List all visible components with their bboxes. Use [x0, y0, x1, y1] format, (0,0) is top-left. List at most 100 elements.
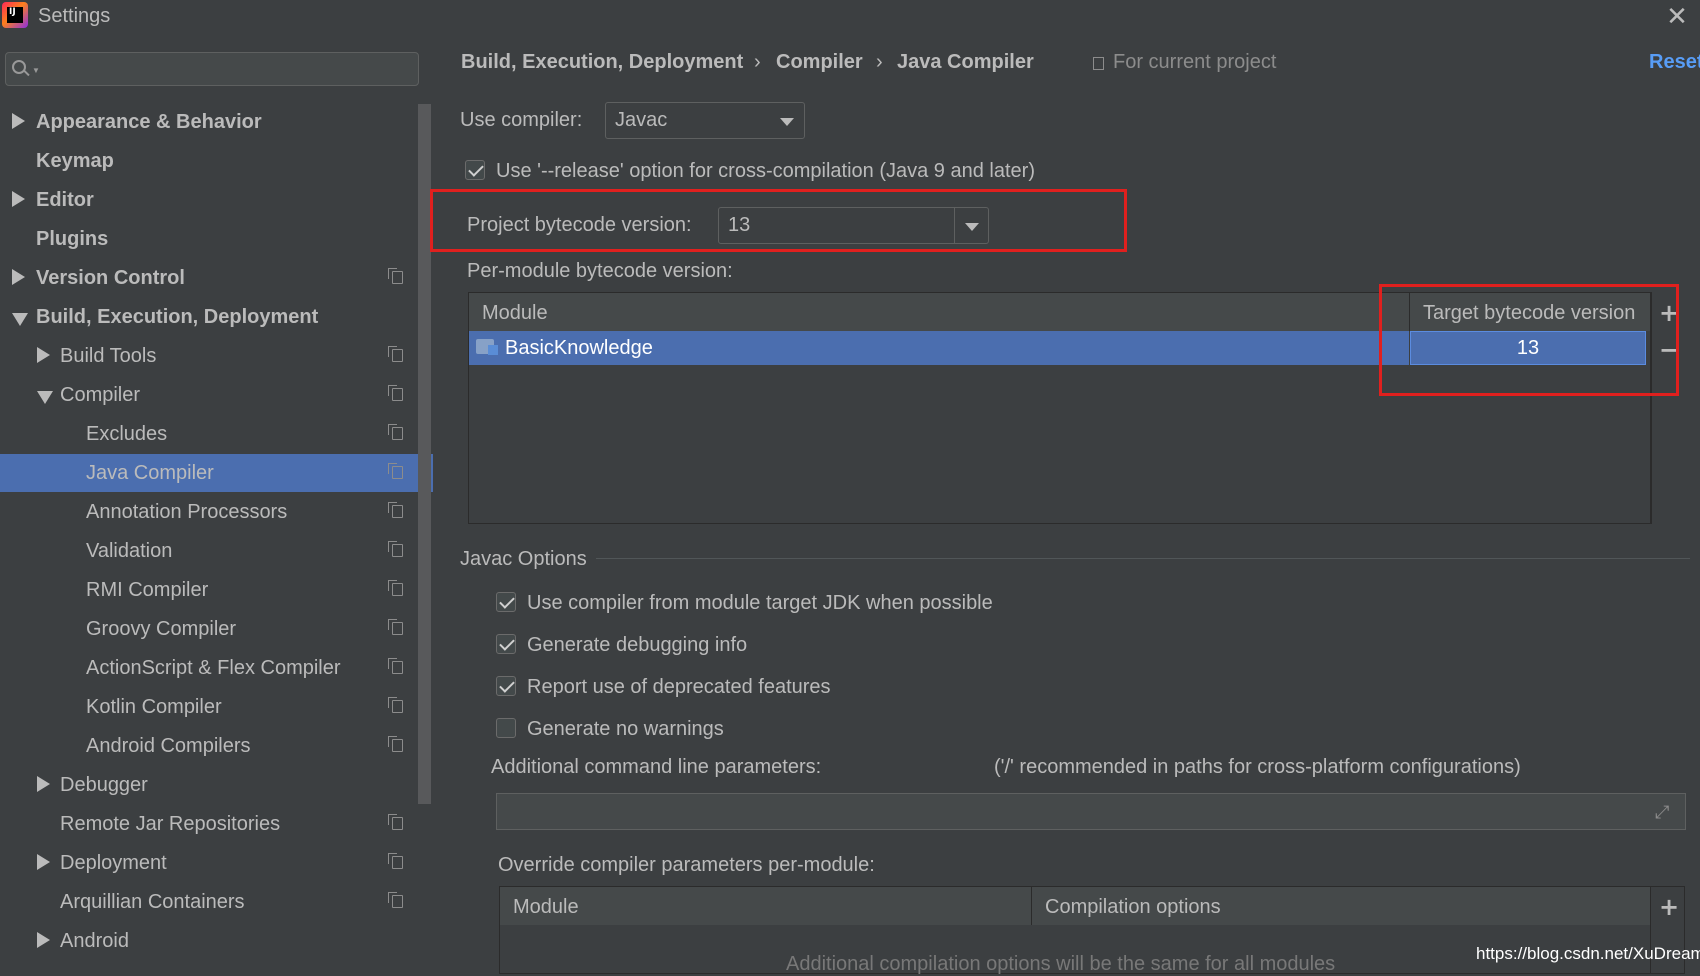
sidebar-item-version-control[interactable]: Version Control: [0, 259, 417, 297]
column-header-module[interactable]: Module: [482, 302, 548, 325]
close-icon[interactable]: ✕: [1662, 2, 1692, 32]
override-column-module[interactable]: Module: [513, 896, 579, 919]
sidebar-item-label: Debugger: [60, 774, 148, 796]
search-input[interactable]: [5, 52, 419, 86]
add-override-icon[interactable]: +: [1659, 893, 1679, 921]
sidebar-item-label: Build, Execution, Deployment: [36, 306, 319, 328]
project-scope-icon: [388, 853, 403, 869]
sidebar-item-android-compilers[interactable]: Android Compilers: [0, 727, 417, 765]
sidebar-item-build-execution-deployment[interactable]: Build, Execution, Deployment: [0, 298, 417, 336]
chevron-right-icon[interactable]: [37, 776, 50, 792]
sidebar-item-plugins[interactable]: Plugins: [0, 220, 417, 258]
project-scope-icon: [388, 892, 403, 908]
sidebar-item-actionscript-flex-compiler[interactable]: ActionScript & Flex Compiler: [0, 649, 417, 687]
option-debug-info-checkbox[interactable]: [496, 634, 516, 654]
sidebar-item-rmi-compiler[interactable]: RMI Compiler: [0, 571, 417, 609]
sidebar-item-appearance-behavior[interactable]: Appearance & Behavior: [0, 103, 417, 141]
sidebar-item-label: Validation: [86, 540, 173, 562]
sidebar-item-label: Build Tools: [60, 345, 157, 367]
module-folder-icon-badge: [488, 345, 498, 355]
sidebar-item-remote-jar-repositories[interactable]: Remote Jar Repositories: [0, 805, 417, 843]
javac-options-title: Javac Options: [460, 548, 587, 570]
project-bytecode-value: 13: [728, 214, 751, 236]
column-divider: [1031, 887, 1032, 925]
project-scope-icon: [388, 541, 403, 557]
sidebar-item-label: ActionScript & Flex Compiler: [86, 657, 341, 679]
sidebar-item-deployment[interactable]: Deployment: [0, 844, 417, 882]
title-bar: [0, 0, 1700, 34]
project-scope-icon: [388, 346, 403, 362]
override-params-label: Override compiler parameters per-module:: [498, 854, 875, 876]
chevron-right-icon[interactable]: [12, 113, 25, 129]
sidebar-item-annotation-processors[interactable]: Annotation Processors: [0, 493, 417, 531]
sidebar-item-label: Annotation Processors: [86, 501, 288, 523]
sidebar-item-editor[interactable]: Editor: [0, 181, 417, 219]
sidebar-item-build-tools[interactable]: Build Tools: [0, 337, 417, 375]
sidebar-item-label: Keymap: [36, 150, 114, 172]
sidebar-item-label: Android Compilers: [86, 735, 251, 757]
sidebar-item-label: Deployment: [60, 852, 167, 874]
sidebar-item-arquillian-containers[interactable]: Arquillian Containers: [0, 883, 417, 921]
chevron-down-icon[interactable]: [12, 313, 28, 326]
project-bytecode-select[interactable]: 13: [718, 207, 989, 244]
sidebar-item-label: Plugins: [36, 228, 109, 250]
project-scope-icon: [388, 658, 403, 674]
app-logo-text: IJ: [7, 7, 23, 23]
project-scope-icon: [388, 385, 403, 401]
option-no-warnings-checkbox[interactable]: [496, 718, 516, 738]
project-scope-icon: [388, 814, 403, 830]
sidebar-item-label: Compiler: [60, 384, 141, 406]
search-options-caret-icon[interactable]: ▼: [32, 66, 40, 75]
project-scope-icon: [388, 697, 403, 713]
release-option-checkbox[interactable]: [465, 160, 485, 180]
project-scope-icon: [1093, 57, 1104, 70]
cmd-params-input[interactable]: [496, 793, 1686, 830]
breadcrumb-item-build[interactable]: Build, Execution, Deployment: [461, 51, 743, 74]
chevron-right-icon[interactable]: [12, 269, 25, 285]
sidebar-item-excludes[interactable]: Excludes: [0, 415, 417, 453]
breadcrumb-separator: ›: [754, 51, 761, 73]
sidebar-item-compiler[interactable]: Compiler: [0, 376, 417, 414]
sidebar-item-label: Appearance & Behavior: [36, 111, 262, 133]
sidebar-item-label: Android: [60, 930, 129, 952]
project-scope-icon: [388, 424, 403, 440]
sidebar-item-keymap[interactable]: Keymap: [0, 142, 417, 180]
option-debug-info-label: Generate debugging info: [527, 634, 748, 656]
sidebar-item-kotlin-compiler[interactable]: Kotlin Compiler: [0, 688, 417, 726]
sidebar-item-label: Remote Jar Repositories: [60, 813, 281, 835]
cmd-params-hint: ('/' recommended in paths for cross-plat…: [994, 756, 1521, 778]
reset-link[interactable]: Reset: [1649, 51, 1700, 74]
sidebar-item-label: Java Compiler: [86, 462, 214, 484]
chevron-right-icon[interactable]: [12, 191, 25, 207]
module-name-cell[interactable]: BasicKnowledge: [505, 337, 653, 360]
sidebar-item-label: Kotlin Compiler: [86, 696, 222, 718]
chevron-right-icon[interactable]: [37, 932, 50, 948]
override-column-options[interactable]: Compilation options: [1045, 896, 1221, 919]
scope-label: For current project: [1113, 51, 1277, 73]
chevron-down-icon[interactable]: [37, 391, 53, 404]
section-divider: [596, 558, 1690, 559]
window-title: Settings: [38, 5, 111, 27]
option-no-warnings-label: Generate no warnings: [527, 718, 724, 740]
compiler-select[interactable]: Javac: [605, 102, 805, 139]
sidebar-item-groovy-compiler[interactable]: Groovy Compiler: [0, 610, 417, 648]
expand-icon[interactable]: ⤢: [1655, 802, 1675, 823]
compiler-select-value: Javac: [615, 109, 668, 131]
sidebar-item-label: Version Control: [36, 267, 185, 289]
sidebar-item-android[interactable]: Android: [0, 922, 417, 960]
option-target-jdk-checkbox[interactable]: [496, 592, 516, 612]
project-scope-icon: [388, 268, 403, 284]
chevron-right-icon[interactable]: [37, 854, 50, 870]
project-scope-icon: [388, 619, 403, 635]
breadcrumb-item-compiler[interactable]: Compiler: [776, 51, 863, 74]
breadcrumb-item-java-compiler: Java Compiler: [897, 51, 1034, 73]
sidebar-item-label: Editor: [36, 189, 94, 211]
breadcrumb-separator: ›: [876, 51, 883, 73]
sidebar-item-label: Excludes: [86, 423, 168, 445]
sidebar-item-java-compiler[interactable]: Java Compiler: [0, 454, 433, 492]
sidebar-item-debugger[interactable]: Debugger: [0, 766, 417, 804]
sidebar-item-validation[interactable]: Validation: [0, 532, 417, 570]
chevron-right-icon[interactable]: [37, 347, 50, 363]
per-module-label: Per-module bytecode version:: [467, 260, 733, 282]
option-deprecated-checkbox[interactable]: [496, 676, 516, 696]
